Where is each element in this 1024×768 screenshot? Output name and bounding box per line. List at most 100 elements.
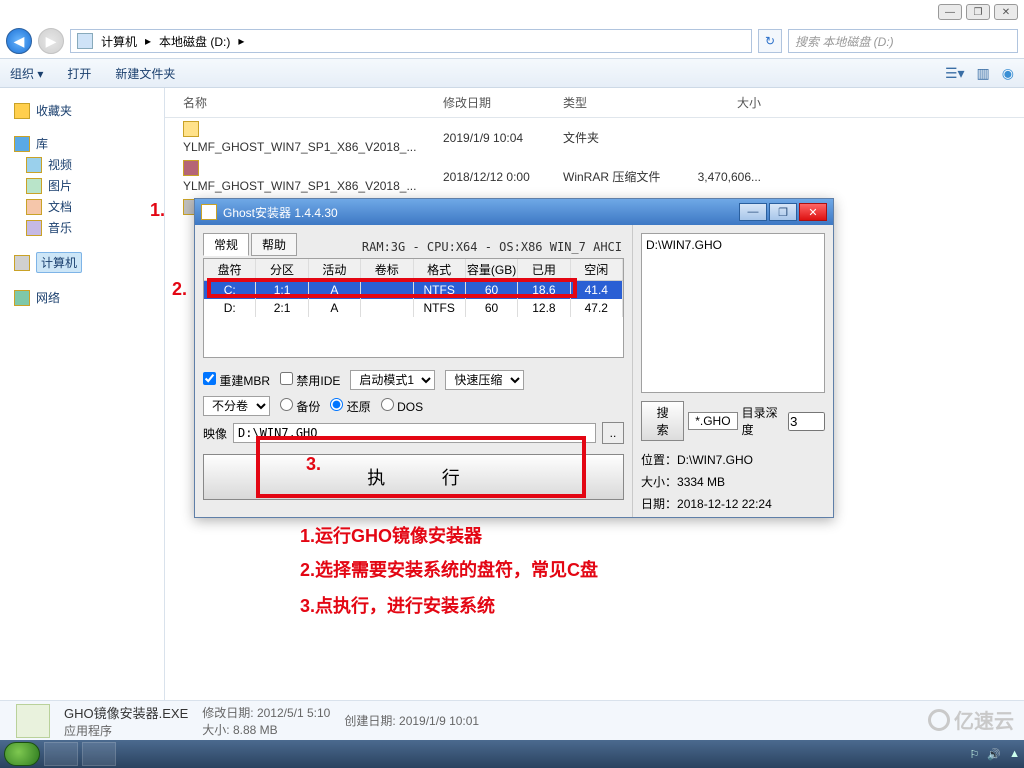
execute-button[interactable]: 执 行 (203, 454, 624, 500)
disk-header: 盘符分区活动卷标格式容量(GB)已用空闲 (204, 259, 623, 281)
gho-ext: *.GHO (688, 412, 737, 430)
picture-icon (26, 178, 42, 194)
image-path-row: 映像 .. (203, 422, 624, 444)
forward-button[interactable]: ▶ (38, 28, 64, 54)
window-controls: — ❐ ✕ (938, 4, 1018, 20)
system-tray[interactable]: ⚐ 🔊 ▲ (970, 748, 1020, 761)
maximize-button[interactable]: ❐ (966, 4, 990, 20)
file-row[interactable]: YLMF_GHOST_WIN7_SP1_X86_V2018_... 2018/1… (165, 157, 1024, 196)
ghost-installer-window: Ghost安装器 1.4.4.30 — ❐ ✕ 常规 帮助 RAM:3G - C… (194, 198, 834, 518)
disk-table: 盘符分区活动卷标格式容量(GB)已用空闲 C:1:1ANTFS6018.641.… (203, 258, 624, 358)
preview-pane-icon[interactable]: ▥ (977, 65, 990, 82)
sidebar-item-pictures[interactable]: 图片 (26, 177, 158, 194)
sidebar-network[interactable]: 网络 (14, 289, 158, 306)
gho-file-list[interactable]: D:\WIN7.GHO (641, 233, 825, 393)
document-icon (26, 199, 42, 215)
annotation-num-1: 1. (150, 200, 165, 221)
explorer-navbar: ◀ ▶ 计算机 ▸ 本地磁盘 (D:) ▸ ↻ 搜索 本地磁盘 (D:) (0, 26, 1024, 56)
taskbar: ⚐ 🔊 ▲ (0, 740, 1024, 768)
open-button[interactable]: 打开 (67, 65, 91, 82)
search-box[interactable]: 搜索 本地磁盘 (D:) (788, 29, 1018, 53)
chk-rebuild-mbr[interactable]: 重建MBR (203, 372, 270, 389)
music-icon (26, 220, 42, 236)
file-list-header[interactable]: 名称 修改日期 类型 大小 (165, 88, 1024, 118)
breadcrumb-sep: ▸ (238, 34, 244, 48)
disk-row-c[interactable]: C:1:1ANTFS6018.641.4 (204, 281, 623, 299)
help-icon[interactable]: ◉ (1002, 65, 1014, 82)
view-options-icon[interactable]: ☰▾ (945, 65, 965, 82)
sidebar-item-music[interactable]: 音乐 (26, 219, 158, 236)
details-type: 应用程序 (64, 722, 188, 739)
col-type[interactable]: 类型 (557, 94, 677, 111)
minimize-button[interactable]: — (938, 4, 962, 20)
details-filename: GHO镜像安装器.EXE (64, 703, 188, 722)
radio-backup[interactable]: 备份 (280, 398, 320, 415)
drive-icon (77, 33, 93, 49)
chk-disable-ide[interactable]: 禁用IDE (280, 372, 340, 389)
file-row[interactable]: YLMF_GHOST_WIN7_SP1_X86_V2018_... 2019/1… (165, 118, 1024, 157)
instruction-3: 3.点执行，进行安装系统 (300, 592, 495, 618)
col-size[interactable]: 大小 (677, 94, 767, 111)
sidebar-favorites[interactable]: 收藏夹 (14, 102, 158, 119)
nav-sidebar: 收藏夹 库 视频 图片 文档 音乐 计算机 网络 (0, 88, 165, 700)
address-bar[interactable]: 计算机 ▸ 本地磁盘 (D:) ▸ (70, 29, 752, 53)
search-placeholder: 搜索 本地磁盘 (D:) (795, 33, 894, 50)
col-name[interactable]: 名称 (177, 94, 437, 111)
explorer-toolbar: 组织 ▾ 打开 新建文件夹 ☰▾ ▥ ◉ (0, 58, 1024, 88)
ghost-close-button[interactable]: ✕ (799, 203, 827, 221)
breadcrumb-drive[interactable]: 本地磁盘 (D:) (159, 33, 230, 50)
ghost-app-icon (201, 204, 217, 220)
radio-restore[interactable]: 还原 (330, 398, 370, 415)
refresh-button[interactable]: ↻ (758, 29, 782, 53)
organize-menu[interactable]: 组织 ▾ (10, 65, 43, 82)
close-button[interactable]: ✕ (994, 4, 1018, 20)
taskbar-app-icon[interactable] (82, 742, 116, 766)
tray-expand-icon[interactable]: ▲ (1009, 748, 1020, 760)
computer-icon (14, 255, 30, 271)
depth-label: 目录深度 (742, 404, 784, 438)
tray-flag-icon[interactable]: ⚐ (970, 748, 980, 761)
boot-mode-select[interactable]: 启动模式1 (350, 370, 435, 390)
sidebar-item-videos[interactable]: 视频 (26, 156, 158, 173)
folder-icon (183, 121, 199, 137)
ghost-minimize-button[interactable]: — (739, 203, 767, 221)
star-icon (14, 103, 30, 119)
newfolder-button[interactable]: 新建文件夹 (115, 65, 175, 82)
sidebar-computer[interactable]: 计算机 (14, 252, 158, 273)
ghost-title-text: Ghost安装器 1.4.4.30 (223, 204, 338, 221)
annotation-num-3: 3. (306, 454, 321, 475)
instruction-1: 1.运行GHO镜像安装器 (300, 522, 482, 548)
archive-icon (183, 160, 199, 176)
image-path-input[interactable] (233, 423, 596, 443)
tab-help[interactable]: 帮助 (251, 233, 297, 256)
disk-row-d[interactable]: D:2:1ANTFS6012.847.2 (204, 299, 623, 317)
start-button[interactable] (4, 742, 40, 766)
ghost-titlebar[interactable]: Ghost安装器 1.4.4.30 — ❐ ✕ (195, 199, 833, 225)
depth-input[interactable] (788, 412, 825, 431)
breadcrumb-sep: ▸ (145, 34, 151, 48)
gho-info: 位置：D:\WIN7.GHO 大小：3334 MB 日期：2018-12-12 … (641, 451, 825, 512)
radio-dos[interactable]: DOS (381, 398, 423, 414)
compress-select[interactable]: 快速压缩 (445, 370, 524, 390)
browse-button[interactable]: .. (602, 422, 624, 444)
ghost-options: 重建MBR 禁用IDE 启动模式1 快速压缩 不分卷 备份 还原 DOS (203, 370, 624, 416)
gho-search-button[interactable]: 搜索 (641, 401, 684, 441)
back-button[interactable]: ◀ (6, 28, 32, 54)
image-label: 映像 (203, 425, 227, 442)
library-icon (14, 136, 30, 152)
taskbar-explorer-icon[interactable] (44, 742, 78, 766)
annotation-num-2: 2. (172, 279, 187, 300)
file-thumbnail (16, 704, 50, 738)
split-select[interactable]: 不分卷 (203, 396, 270, 416)
tray-volume-icon[interactable]: 🔊 (987, 748, 1001, 761)
ghost-maximize-button[interactable]: ❐ (769, 203, 797, 221)
breadcrumb-root[interactable]: 计算机 (101, 33, 137, 50)
watermark: 亿速云 (928, 705, 1014, 734)
video-icon (26, 157, 42, 173)
tab-normal[interactable]: 常规 (203, 233, 249, 256)
instruction-2: 2.选择需要安装系统的盘符，常见C盘 (300, 556, 598, 582)
sidebar-item-documents[interactable]: 文档 (26, 198, 158, 215)
col-date[interactable]: 修改日期 (437, 94, 557, 111)
sidebar-libraries[interactable]: 库 (14, 135, 158, 152)
details-pane: GHO镜像安装器.EXE 应用程序 修改日期: 2012/5/1 5:10大小:… (0, 700, 1024, 740)
